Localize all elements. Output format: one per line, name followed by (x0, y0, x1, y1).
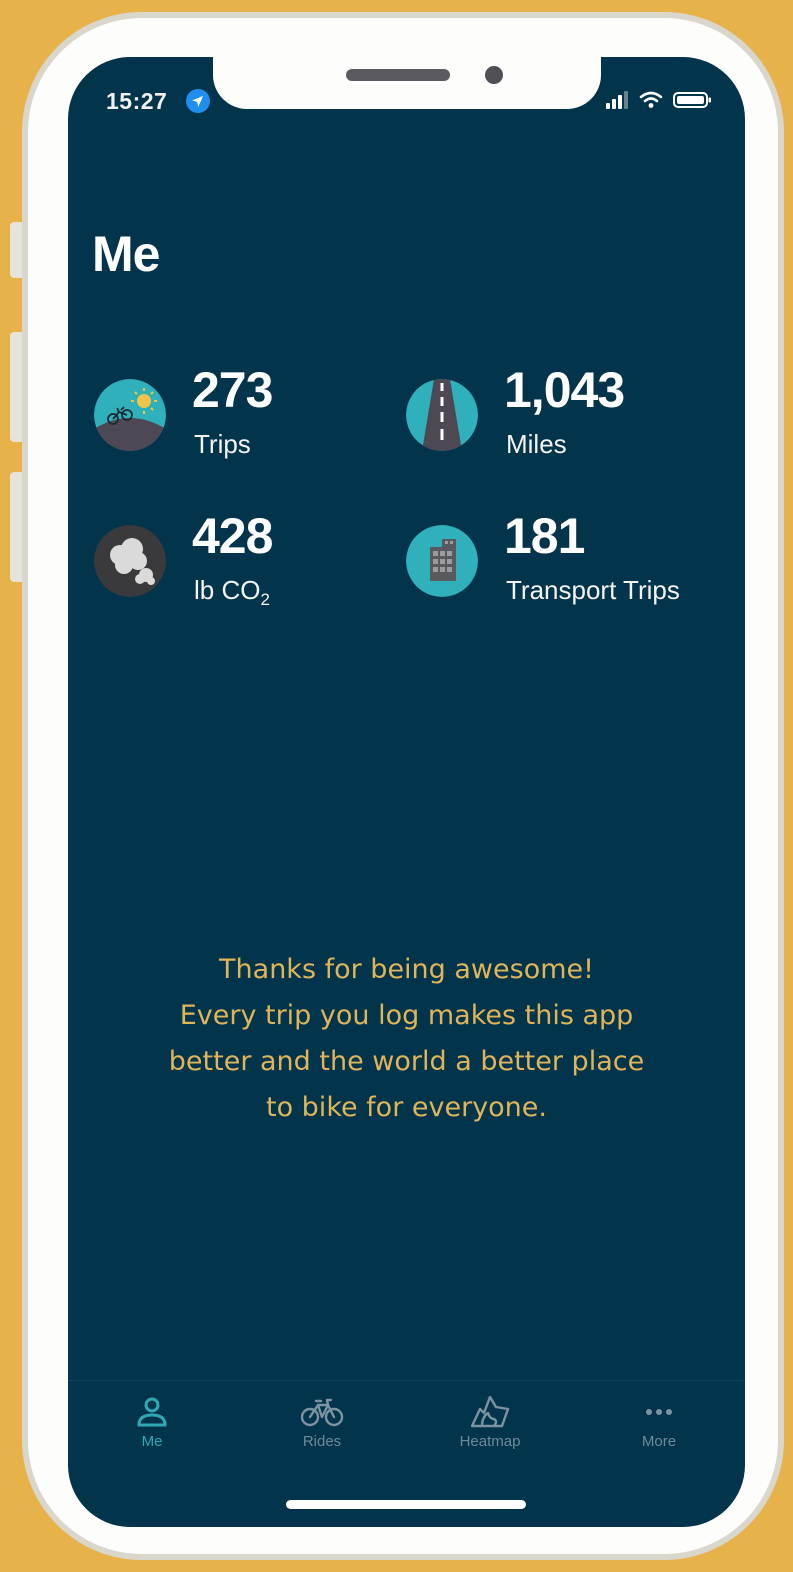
transport-trips-label: Transport Trips (506, 575, 680, 605)
co2-label-sub: 2 (260, 590, 270, 610)
more-dots-icon (646, 1409, 672, 1415)
app-screen: 15:27 Me 273 Trips 1,043 Miles 428 lb CO… (68, 57, 745, 1527)
tab-me[interactable]: Me (92, 1395, 212, 1465)
bicycle-icon (300, 1398, 344, 1427)
thanks-message: Thanks for being awesome! Every trip you… (108, 947, 705, 1131)
message-line-4: to bike for everyone. (265, 1092, 547, 1123)
location-arrow-icon (186, 89, 210, 113)
message-line-3: better and the world a better place (168, 1046, 645, 1077)
miles-label: Miles (506, 429, 567, 459)
notch (213, 57, 601, 109)
trips-value: 273 (192, 362, 273, 418)
co2-value: 428 (192, 508, 273, 564)
tab-rides-label: Rides (302, 1433, 342, 1450)
message-line-1: Thanks for being awesome! (219, 954, 594, 985)
page-title: Me (92, 226, 160, 282)
road-icon (406, 379, 478, 451)
tab-heatmap-label: Heatmap (459, 1433, 521, 1450)
tab-me-label: Me (141, 1433, 163, 1450)
transport-trips-value: 181 (504, 508, 585, 564)
stat-co2: 428 lb CO2 (94, 507, 394, 617)
stat-miles: 1,043 Miles (406, 361, 706, 471)
battery-icon (673, 92, 711, 108)
miles-value: 1,043 (504, 362, 625, 418)
status-time: 15:27 (106, 88, 168, 114)
speaker (346, 69, 450, 81)
co2-label: lb CO2 (194, 575, 270, 610)
tab-more-label: More (641, 1433, 677, 1450)
bike-sun-icon (94, 379, 166, 451)
tab-heatmap[interactable]: Heatmap (430, 1395, 550, 1465)
stat-transport-trips: 181 Transport Trips (406, 507, 706, 617)
smoke-icon (94, 525, 166, 597)
building-icon (406, 525, 478, 597)
heatmap-icon (470, 1395, 510, 1428)
signal-icon (606, 91, 628, 109)
person-icon (137, 1397, 167, 1427)
tab-more[interactable]: More (599, 1395, 719, 1465)
message-line-2: Every trip you log makes this app (179, 1000, 634, 1031)
tab-rides[interactable]: Rides (262, 1395, 382, 1465)
co2-label-main: lb CO (194, 575, 261, 605)
status-indicators (605, 91, 713, 109)
home-indicator[interactable] (286, 1500, 526, 1509)
front-camera (485, 66, 503, 84)
wifi-icon (639, 91, 663, 108)
trips-label: Trips (194, 429, 251, 459)
stat-trips: 273 Trips (94, 361, 394, 471)
